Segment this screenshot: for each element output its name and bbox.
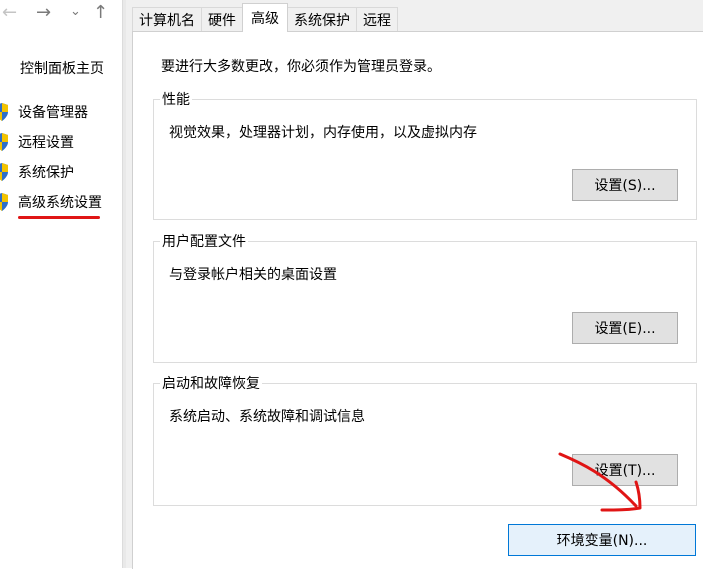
sidebar-item-label: 远程设置	[18, 135, 74, 151]
tab-hardware[interactable]: 硬件	[201, 7, 243, 32]
tab-computer-name[interactable]: 计算机名	[132, 7, 202, 32]
control-panel-home-link[interactable]: 控制面板主页	[20, 58, 104, 78]
group-description: 系统启动、系统故障和调试信息	[169, 409, 365, 425]
environment-variables-button[interactable]: 环境变量(N)...	[508, 524, 696, 556]
user-profiles-settings-button[interactable]: 设置(E)...	[572, 312, 678, 344]
back-arrow-icon[interactable]: ←	[2, 2, 17, 23]
tab-system-protection[interactable]: 系统保护	[287, 7, 357, 32]
user-profiles-group: 用户配置文件 与登录帐户相关的桌面设置 设置(E)...	[153, 231, 697, 363]
group-title: 性能	[160, 89, 192, 109]
red-arrow-annotation	[558, 452, 642, 512]
tab-remote[interactable]: 远程	[356, 7, 398, 32]
sidebar-item-system-protection[interactable]: 系统保护	[0, 161, 74, 183]
sidebar-item-label: 系统保护	[18, 165, 74, 181]
red-underline-annotation	[18, 216, 100, 219]
shield-icon	[0, 163, 8, 181]
tab-advanced[interactable]: 高级	[242, 3, 288, 32]
sidebar-item-remote-settings[interactable]: 远程设置	[0, 131, 74, 153]
performance-group: 性能 视觉效果，处理器计划，内存使用，以及虚拟内存 设置(S)...	[153, 89, 697, 220]
shield-icon	[0, 103, 8, 121]
group-title: 用户配置文件	[160, 231, 248, 251]
group-description: 视觉效果，处理器计划，内存使用，以及虚拟内存	[169, 125, 477, 141]
up-arrow-icon[interactable]: ↑	[93, 2, 108, 23]
sidebar-item-advanced-system-settings[interactable]: 高级系统设置	[0, 191, 102, 213]
performance-settings-button[interactable]: 设置(S)...	[572, 169, 678, 201]
tab-bar: 计算机名 硬件 高级 系统保护 远程	[132, 3, 398, 32]
sidebar-item-device-manager[interactable]: 设备管理器	[0, 101, 88, 123]
group-title: 启动和故障恢复	[160, 373, 262, 393]
control-panel-sidebar: ← → ⌄ ↑ 控制面板主页 设备管理器 远程设置 系统保护 高级系统设置	[0, 0, 122, 568]
admin-notice: 要进行大多数更改，你必须作为管理员登录。	[161, 59, 441, 75]
forward-arrow-icon[interactable]: →	[36, 2, 51, 23]
shield-icon	[0, 193, 8, 211]
system-properties-dialog: 计算机名 硬件 高级 系统保护 远程 要进行大多数更改，你必须作为管理员登录。 …	[126, 0, 703, 569]
sidebar-item-label: 设备管理器	[18, 105, 88, 121]
shield-icon	[0, 133, 8, 151]
sidebar-item-label: 高级系统设置	[18, 195, 102, 211]
group-description: 与登录帐户相关的桌面设置	[169, 267, 337, 283]
recent-locations-icon[interactable]: ⌄	[70, 4, 81, 19]
